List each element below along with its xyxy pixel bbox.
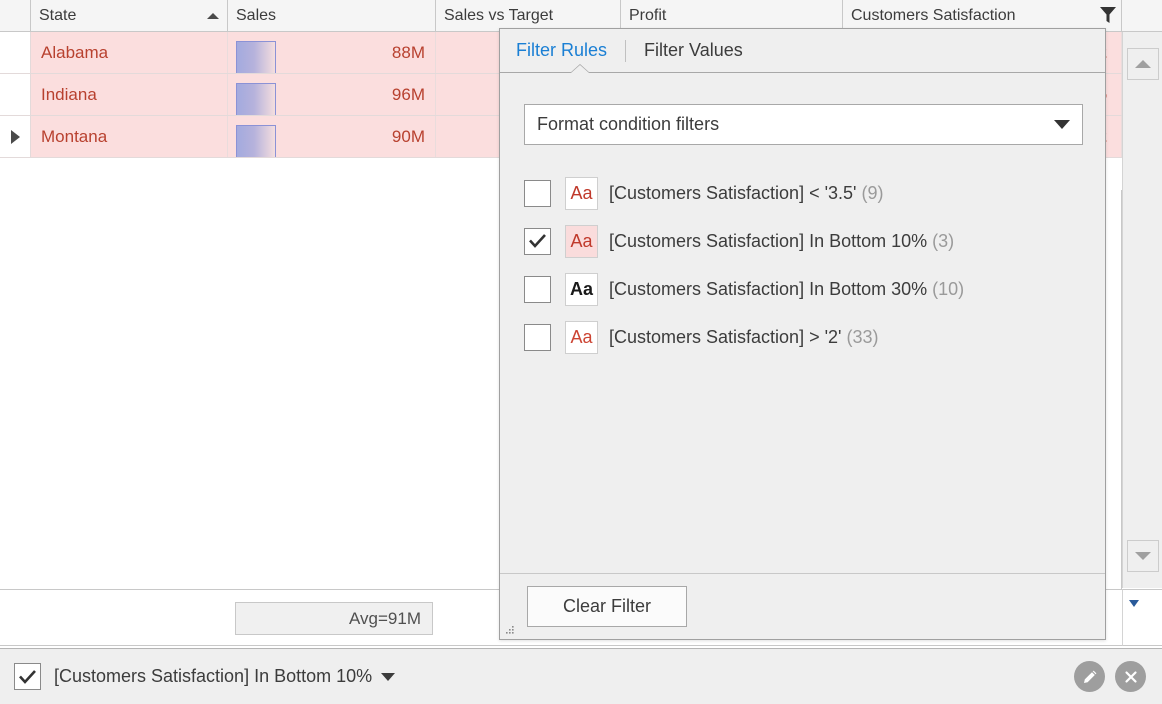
summary-sales-average: Avg=91M (235, 602, 433, 635)
checkmark-icon (528, 233, 547, 249)
tab-separator (625, 40, 626, 62)
list-item[interactable]: Aa [Customers Satisfaction] < '3.5'(9) (524, 169, 1084, 217)
chevron-down-icon (1054, 120, 1070, 129)
rule-label: [Customers Satisfaction] In Bottom 30%(1… (609, 279, 964, 300)
column-header-sales[interactable]: Sales (228, 0, 436, 31)
rule-count: (3) (932, 231, 954, 251)
tab-filter-values[interactable]: Filter Values (644, 40, 757, 61)
resize-grip-icon[interactable] (506, 622, 518, 634)
column-header-state-label: State (39, 7, 76, 25)
clear-filter-button[interactable]: Clear Filter (527, 586, 687, 627)
cell-sales-value: 90M (392, 127, 425, 147)
cell-sales: 96M (228, 74, 436, 115)
row-indicator-current (0, 116, 31, 157)
rule-count: (9) (861, 183, 883, 203)
cell-state: Montana (31, 116, 228, 157)
active-tab-caret-icon (571, 65, 589, 73)
rule-expression: [Customers Satisfaction] In Bottom 30% (609, 279, 927, 299)
filter-bar-actions (1074, 661, 1146, 692)
rule-expression: [Customers Satisfaction] In Bottom 10% (609, 231, 927, 251)
rule-checkbox[interactable] (524, 228, 551, 255)
cell-sales-value: 88M (392, 43, 425, 63)
scroll-up-button[interactable] (1127, 48, 1159, 80)
rule-expression: [Customers Satisfaction] < '3.5' (609, 183, 856, 203)
chevron-up-icon (1135, 60, 1151, 68)
rule-swatch-text: Aa (570, 279, 593, 300)
rule-format-swatch: Aa (565, 177, 598, 210)
vertical-scrollbar[interactable] (1122, 32, 1162, 588)
filter-enabled-checkbox[interactable] (14, 663, 41, 690)
list-item[interactable]: Aa [Customers Satisfaction] In Bottom 10… (524, 217, 1084, 265)
rule-label: [Customers Satisfaction] > '2'(33) (609, 327, 879, 348)
sort-ascending-icon (207, 13, 219, 19)
rule-swatch-text: Aa (570, 231, 592, 252)
column-header-filler (1122, 0, 1162, 31)
column-header-indicator (0, 0, 31, 31)
row-indicator (0, 74, 31, 115)
column-header-profit-label: Profit (629, 7, 666, 25)
filter-type-dropdown[interactable]: Format condition filters (524, 104, 1083, 145)
rule-checkbox[interactable] (524, 324, 551, 351)
edit-filter-button[interactable] (1074, 661, 1105, 692)
filter-funnel-icon[interactable] (1099, 5, 1117, 25)
cell-sales: 90M (228, 116, 436, 157)
grid-corner-box (1122, 589, 1162, 646)
rule-label: [Customers Satisfaction] In Bottom 10%(3… (609, 231, 954, 252)
column-header-customers-satisfaction-label: Customers Satisfaction (851, 7, 1016, 25)
filter-expression-text: [Customers Satisfaction] In Bottom 10% (54, 666, 372, 687)
rule-swatch-text: Aa (570, 183, 592, 204)
list-item[interactable]: Aa [Customers Satisfaction] > '2'(33) (524, 313, 1084, 361)
rule-checkbox[interactable] (524, 276, 551, 303)
column-header-customers-satisfaction[interactable]: Customers Satisfaction (843, 0, 1122, 31)
rule-checkbox[interactable] (524, 180, 551, 207)
filter-popup-tablist: Filter Rules Filter Values (500, 29, 1105, 72)
filter-popup-footer: Clear Filter (500, 573, 1105, 639)
checkmark-icon (18, 669, 37, 685)
sales-gauge-bar (236, 41, 276, 73)
column-header-sales-label: Sales (236, 7, 276, 25)
filter-type-dropdown-value: Format condition filters (537, 114, 719, 135)
row-indicator (0, 32, 31, 73)
rule-format-swatch: Aa (565, 273, 598, 306)
filter-history-dropdown-icon[interactable] (381, 673, 395, 681)
cell-state: Indiana (31, 74, 228, 115)
cell-state: Alabama (31, 32, 228, 73)
rule-format-swatch: Aa (565, 321, 598, 354)
rule-format-swatch: Aa (565, 225, 598, 258)
cell-sales-value: 96M (392, 85, 425, 105)
sales-gauge-bar (236, 83, 276, 115)
column-header-sales-vs-target[interactable]: Sales vs Target (436, 0, 621, 31)
rule-expression: [Customers Satisfaction] > '2' (609, 327, 841, 347)
rule-label: [Customers Satisfaction] < '3.5'(9) (609, 183, 883, 204)
rule-swatch-text: Aa (570, 327, 592, 348)
rule-count: (10) (932, 279, 964, 299)
cell-sales: 88M (228, 32, 436, 73)
scroll-down-button[interactable] (1127, 540, 1159, 572)
tab-filter-rules[interactable]: Filter Rules (516, 40, 621, 61)
filter-editor-popup: Filter Rules Filter Values Format condit… (499, 28, 1106, 640)
corner-marker-icon (1129, 600, 1139, 607)
sales-gauge-bar (236, 125, 276, 157)
rule-count: (33) (846, 327, 878, 347)
filter-status-bar: [Customers Satisfaction] In Bottom 10% (0, 648, 1162, 704)
filter-rules-list: Aa [Customers Satisfaction] < '3.5'(9) A… (524, 169, 1084, 361)
column-header-state[interactable]: State (31, 0, 228, 31)
column-header-profit[interactable]: Profit (621, 0, 843, 31)
pencil-icon (1081, 668, 1099, 686)
column-header-sales-vs-target-label: Sales vs Target (444, 7, 553, 25)
current-row-pointer-icon (11, 130, 20, 144)
close-icon (1123, 669, 1139, 685)
chevron-down-icon (1135, 552, 1151, 560)
close-filter-button[interactable] (1115, 661, 1146, 692)
list-item[interactable]: Aa [Customers Satisfaction] In Bottom 30… (524, 265, 1084, 313)
tab-underline (500, 72, 1105, 73)
